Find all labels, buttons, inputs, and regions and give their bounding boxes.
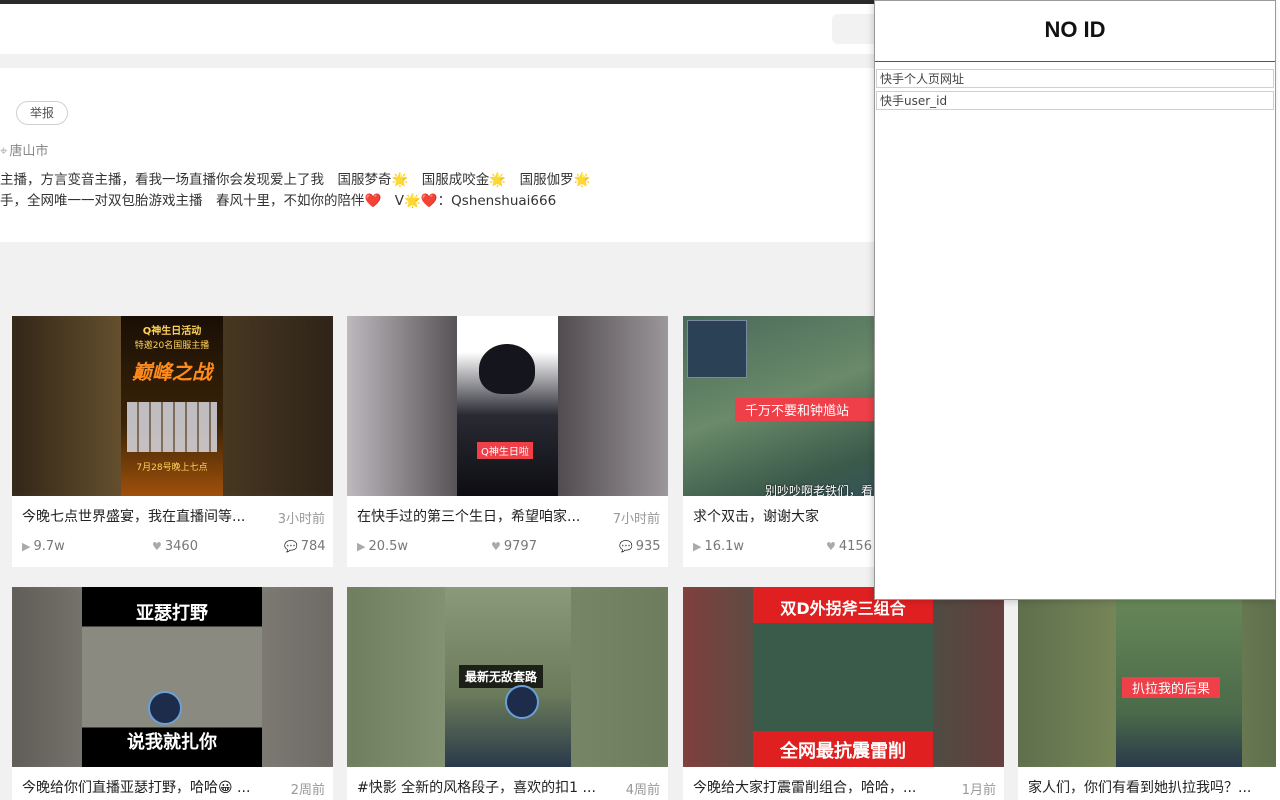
heart-icon: ♥: [826, 540, 836, 553]
video-caption[interactable]: 今晚七点世界盛宴，我在直播间等...: [22, 506, 262, 526]
popup-divider: [875, 61, 1275, 62]
play-icon: ▶: [22, 540, 31, 553]
like-count-value: 3460: [164, 539, 198, 554]
comment-count-value: 935: [635, 539, 661, 554]
video-caption[interactable]: 在快手过的第三个生日，希望咱家...: [357, 506, 597, 526]
like-count-value: 9797: [503, 539, 537, 554]
popup-title: NO ID: [1044, 17, 1106, 42]
like-count-value: 4156: [838, 539, 872, 554]
video-card[interactable]: 扒拉我的后果 家人们，你们有看到她扒拉我吗？...: [1018, 587, 1280, 800]
video-thumbnail[interactable]: Q神生日活动 特邀20名国服主播 巅峰之战 7月28号晚上七点: [12, 316, 333, 496]
user-id-input[interactable]: [876, 91, 1274, 110]
poster-avatar-grid: [127, 402, 217, 452]
video-card[interactable]: 亚瑟打野 说我就扎你 今晚给你们直播亚瑟打野，哈哈😀 ... 2周前: [12, 587, 333, 800]
video-overlay-label: 扒拉我的后果: [1122, 677, 1221, 698]
video-thumbnail[interactable]: 扒拉我的后果: [1018, 587, 1280, 767]
right-edge: [1276, 0, 1280, 800]
poster-date: 7月28号晚上七点: [136, 463, 208, 473]
play-count: ▶ 9.7w: [22, 539, 65, 554]
play-count: ▶ 16.1w: [693, 539, 744, 554]
video-card[interactable]: 双D外拐斧三组合 全网最抗震雷削 今晚给大家打震雷削组合，哈哈，... 1月前: [683, 587, 1004, 800]
video-card[interactable]: Q神生日啦 在快手过的第三个生日，希望咱家... 7小时前 ▶ 20.5w ♥ 97…: [347, 316, 668, 567]
comment-count-value: 784: [300, 539, 326, 554]
play-count: ▶ 20.5w: [357, 539, 408, 554]
comment-count: 💬 784: [284, 539, 326, 554]
poster-bottom-text: 全网最抗震雷削: [780, 741, 906, 762]
extension-popup: NO ID: [874, 0, 1276, 600]
play-count-value: 9.7w: [33, 539, 65, 554]
play-count-value: 16.1w: [704, 539, 745, 554]
location-text: 唐山市: [9, 144, 49, 159]
game-skill-icon: [505, 685, 539, 719]
poster-headline: 巅峰之战: [132, 360, 212, 384]
location: ⌖ 唐山市: [0, 140, 48, 159]
poster-image: Q神生日啦: [457, 316, 558, 496]
poster-subtitle: 特邀20名国服主播: [134, 341, 210, 351]
video-caption[interactable]: 今晚给大家打震雷削组合，哈哈，...: [693, 777, 933, 797]
location-pin-icon: ⌖: [0, 144, 8, 159]
video-card[interactable]: 最新无敌套路 #快影 全新的风格段子，喜欢的扣1 ... 4周前: [347, 587, 668, 800]
video-card[interactable]: Q神生日活动 特邀20名国服主播 巅峰之战 7月28号晚上七点 今晚七点世界盛宴…: [12, 316, 333, 567]
poster-bottom-text: 说我就扎你: [127, 732, 217, 753]
video-time: 3小时前: [277, 512, 325, 527]
comment-count: 💬 935: [619, 539, 661, 554]
profile-url-input[interactable]: [876, 69, 1274, 88]
video-overlay-label: Q神生日啦: [477, 442, 533, 459]
video-overlay-label: 最新无敌套路: [459, 665, 544, 688]
video-thumbnail[interactable]: 亚瑟打野 说我就扎你: [12, 587, 333, 767]
poster-top-text: 亚瑟打野: [136, 603, 208, 624]
game-skill-icon: [148, 691, 182, 725]
like-count: ♥ 4156: [826, 539, 872, 554]
poster-image: 扒拉我的后果: [1116, 587, 1242, 767]
video-caption[interactable]: 家人们，你们有看到她扒拉我吗？...: [1028, 777, 1278, 797]
bio-line-2: 手，全网唯一一对双包胎游戏主播 春风十里，不如你的陪伴❤️ V🌟❤️：Qshen…: [0, 193, 557, 209]
character-head: [479, 344, 535, 394]
video-thumbnail[interactable]: 最新无敌套路: [347, 587, 668, 767]
poster-image: Q神生日活动 特邀20名国服主播 巅峰之战 7月28号晚上七点: [121, 316, 223, 496]
poster-image: 双D外拐斧三组合 全网最抗震雷削: [753, 587, 933, 767]
video-time: 1月前: [961, 783, 996, 798]
profile-bio: 主播，方言变音主播，看我一场直播你会发现爱上了我 国服梦奇🌟 国服成咬金🌟 国服…: [0, 170, 590, 212]
video-caption[interactable]: #快影 全新的风格段子，喜欢的扣1 ...: [357, 777, 597, 797]
video-thumbnail[interactable]: Q神生日啦: [347, 316, 668, 496]
heart-icon: ♥: [152, 540, 162, 553]
bio-line-1: 主播，方言变音主播，看我一场直播你会发现爱上了我 国服梦奇🌟 国服成咬金🌟 国服…: [0, 172, 591, 188]
like-count: ♥ 9797: [491, 539, 537, 554]
comment-icon: 💬: [619, 540, 633, 553]
play-icon: ▶: [357, 540, 366, 553]
play-icon: ▶: [693, 540, 702, 553]
video-overlay-label: 千万不要和钟馗站: [735, 398, 885, 421]
video-time: 4周前: [625, 783, 660, 798]
heart-icon: ♥: [491, 540, 501, 553]
like-count: ♥ 3460: [152, 539, 198, 554]
report-button[interactable]: 举报: [16, 101, 68, 125]
thumbnail-bottom-text: 别吵吵啊老铁们，看: [765, 484, 874, 496]
comment-icon: 💬: [284, 540, 298, 553]
video-thumbnail[interactable]: 双D外拐斧三组合 全网最抗震雷削: [683, 587, 1004, 767]
video-caption[interactable]: 今晚给你们直播亚瑟打野，哈哈😀 ...: [22, 777, 262, 797]
game-minimap: [687, 320, 747, 378]
video-time: 2周前: [290, 783, 325, 798]
poster-title: Q神生日活动: [142, 326, 202, 337]
video-time: 7小时前: [612, 512, 660, 527]
poster-image: 最新无敌套路: [445, 587, 571, 767]
poster-image: 亚瑟打野 说我就扎你: [82, 587, 262, 767]
play-count-value: 20.5w: [368, 539, 409, 554]
